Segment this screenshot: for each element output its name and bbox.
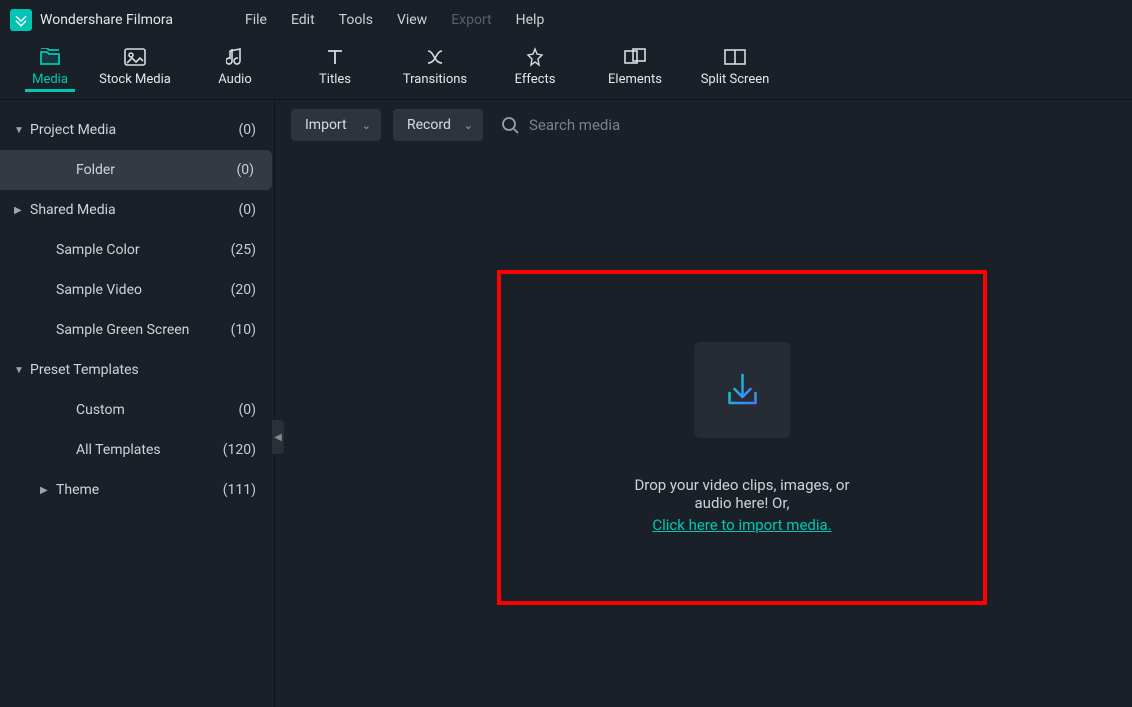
content-panel: Import ⌄ Record ⌄ (275, 100, 1132, 707)
app-logo (10, 9, 32, 31)
menu-export: Export (439, 12, 503, 28)
sidebar-count: (120) (223, 442, 256, 458)
record-dropdown[interactable]: Record ⌄ (393, 109, 483, 141)
sidebar-label: Theme (56, 482, 223, 498)
import-dropdown[interactable]: Import ⌄ (291, 109, 381, 141)
import-media-link[interactable]: Click here to import media. (652, 516, 831, 534)
sidebar-item-all-templates[interactable]: All Templates (120) (0, 430, 274, 470)
sidebar-label: Shared Media (30, 202, 238, 218)
chevron-right-icon: ▶ (14, 205, 30, 216)
sidebar-count: (25) (231, 242, 256, 258)
sidebar-count: (111) (223, 482, 256, 498)
split-screen-icon (724, 46, 746, 68)
menu-tools[interactable]: Tools (327, 12, 385, 28)
sidebar-item-sample-video[interactable]: Sample Video (20) (0, 270, 274, 310)
tab-titles[interactable]: Titles (285, 39, 385, 99)
menu-help[interactable]: Help (504, 12, 557, 28)
workarea: ▼ Project Media (0) Folder (0) ▶ Shared … (0, 100, 1132, 707)
tab-effects[interactable]: Effects (485, 39, 585, 99)
search-icon (501, 116, 519, 134)
tab-elements[interactable]: Elements (585, 39, 685, 99)
audio-icon (226, 46, 244, 68)
tab-effects-label: Effects (515, 72, 556, 87)
tab-stock-media-label: Stock Media (99, 72, 171, 87)
sidebar-item-theme[interactable]: ▶ Theme (111) (0, 470, 274, 510)
record-label: Record (407, 117, 451, 133)
sidebar-count: (0) (236, 162, 254, 178)
titles-icon (326, 46, 344, 68)
chevron-down-icon: ⌄ (362, 119, 371, 132)
sidebar-label: Folder (76, 162, 236, 178)
tab-stock-media[interactable]: Stock Media (85, 39, 185, 99)
sidebar-item-custom[interactable]: Custom (0) (0, 390, 274, 430)
chevron-down-icon: ▼ (14, 125, 30, 136)
sidebar-count: (20) (231, 282, 256, 298)
elements-icon (624, 46, 646, 68)
tab-audio[interactable]: Audio (185, 39, 285, 99)
sidebar-item-folder[interactable]: Folder (0) (0, 150, 272, 190)
menubar: Wondershare Filmora File Edit Tools View… (0, 0, 1132, 40)
highlight-box: Drop your video clips, images, or audio … (497, 270, 987, 605)
drop-text: Drop your video clips, images, or audio … (622, 476, 863, 512)
download-icon (719, 367, 765, 413)
media-drop-area[interactable]: Drop your video clips, images, or audio … (275, 150, 1132, 707)
search-input[interactable] (529, 116, 1116, 134)
app-title: Wondershare Filmora (40, 12, 173, 28)
menu-edit[interactable]: Edit (279, 12, 327, 28)
stock-media-icon (124, 46, 146, 68)
menu-view[interactable]: View (385, 12, 439, 28)
sidebar-count: (0) (238, 402, 256, 418)
sidebar-label: Custom (76, 402, 238, 418)
tab-split-screen-label: Split Screen (701, 72, 770, 87)
sidebar-count: (10) (231, 322, 256, 338)
sidebar-label: Sample Color (56, 242, 231, 258)
tab-bar: Media Stock Media Audio Titles Transitio… (0, 40, 1132, 100)
import-icon-card[interactable] (694, 342, 790, 438)
tab-media-label: Media (32, 72, 68, 87)
sidebar-count: (0) (238, 122, 256, 138)
sidebar-item-project-media[interactable]: ▼ Project Media (0) (0, 110, 274, 150)
content-toolbar: Import ⌄ Record ⌄ (275, 100, 1132, 150)
sidebar-label: Sample Video (56, 282, 231, 298)
import-label: Import (305, 117, 347, 133)
sidebar-item-preset-templates[interactable]: ▼ Preset Templates (0, 350, 274, 390)
tab-transitions-label: Transitions (403, 72, 467, 87)
tab-titles-label: Titles (319, 72, 351, 87)
sidebar: ▼ Project Media (0) Folder (0) ▶ Shared … (0, 100, 275, 707)
sidebar-label: Project Media (30, 122, 238, 138)
sidebar-item-sample-color[interactable]: Sample Color (25) (0, 230, 274, 270)
transitions-icon (425, 46, 445, 68)
sidebar-label: Sample Green Screen (56, 322, 231, 338)
chevron-down-icon: ⌄ (464, 119, 473, 132)
search-wrap (495, 109, 1116, 141)
sidebar-label: All Templates (76, 442, 223, 458)
media-icon (39, 46, 61, 68)
tab-split-screen[interactable]: Split Screen (685, 39, 785, 99)
sidebar-label: Preset Templates (30, 362, 256, 378)
sidebar-item-shared-media[interactable]: ▶ Shared Media (0) (0, 190, 274, 230)
tab-transitions[interactable]: Transitions (385, 39, 485, 99)
sidebar-item-sample-green[interactable]: Sample Green Screen (10) (0, 310, 274, 350)
sidebar-count: (0) (238, 202, 256, 218)
tab-media[interactable]: Media (15, 39, 85, 99)
tab-elements-label: Elements (608, 72, 662, 87)
effects-icon (525, 46, 545, 68)
tab-audio-label: Audio (218, 72, 251, 87)
chevron-down-icon: ▼ (14, 365, 30, 376)
chevron-right-icon: ▶ (40, 485, 56, 496)
menu-file[interactable]: File (233, 12, 279, 28)
